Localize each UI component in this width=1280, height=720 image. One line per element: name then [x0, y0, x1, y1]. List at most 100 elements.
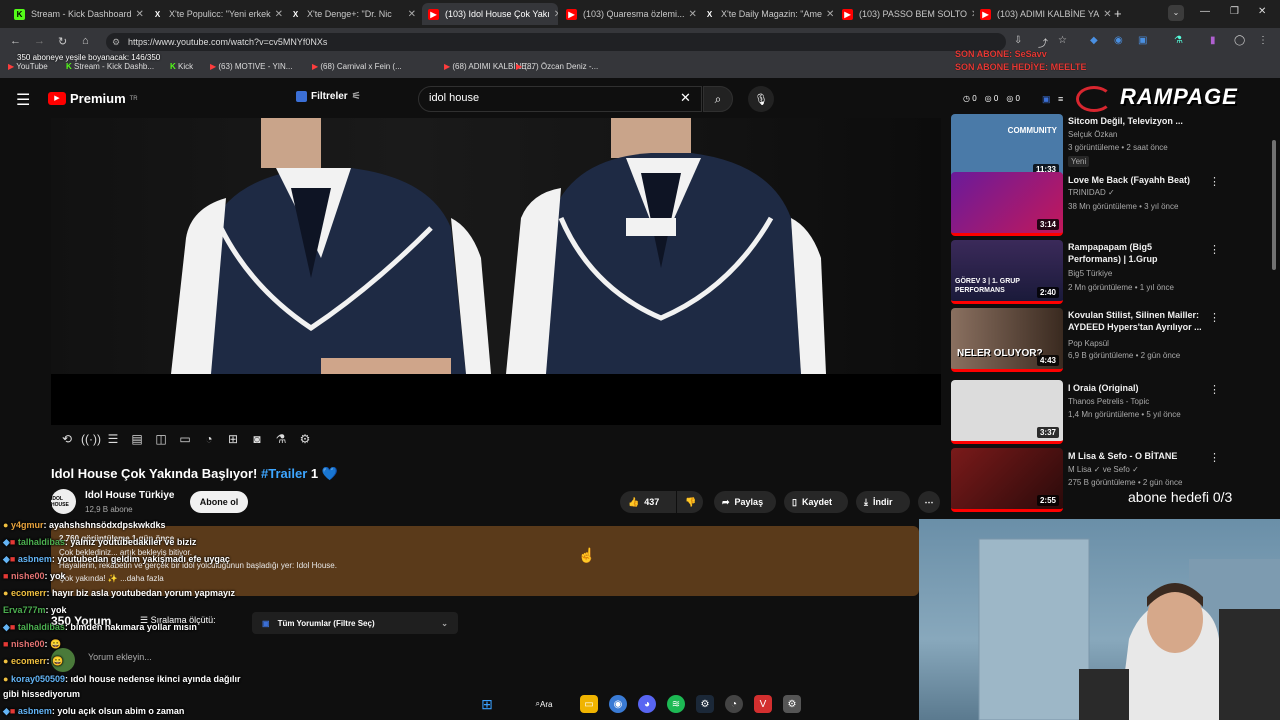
bookmark-motive[interactable]: ▶ (63) MOTIVE - YIN... [210, 62, 292, 71]
tab-search-icon[interactable]: ⌄ [1168, 5, 1184, 21]
close-window-icon[interactable]: ✕ [1258, 6, 1266, 17]
steam-icon[interactable]: ⚙ [696, 695, 714, 713]
recommended-video[interactable]: GÖREV 3 | 1. GRUP PERFORMANS 2:40 Rampapa… [951, 240, 1271, 304]
forward-icon[interactable]: → [34, 35, 45, 47]
profile-extension-icon[interactable]: ▮ [1210, 35, 1216, 46]
extension-icon[interactable]: ⚗ [1174, 35, 1183, 46]
share-button[interactable]: ➦ Paylaş [714, 491, 776, 513]
bookmark-ozcan-deniz[interactable]: ▶ (87) Özcan Deniz -... [516, 62, 598, 71]
tab-idol-house[interactable]: ▶ (103) Idol House Çok Yakı ✕ [422, 3, 558, 25]
more-vertical-icon[interactable]: ⋮ [1209, 383, 1220, 396]
video-player[interactable] [51, 118, 941, 425]
account-icon[interactable]: ◯ [1234, 35, 1245, 46]
reload-icon[interactable]: ↻ [58, 35, 67, 48]
bookmark-star-icon[interactable]: ☆ [1058, 35, 1067, 46]
close-icon[interactable]: ✕ [1099, 9, 1111, 20]
speed-icon[interactable]: ◔ [201, 432, 217, 448]
video-thumbnail: COMMUNITY 11:33 [951, 114, 1063, 178]
bookmark-youtube[interactable]: ▶ YouTube [8, 62, 48, 71]
bookmark-carnival[interactable]: ▶ (68) Carnival x Fein (... [312, 62, 402, 71]
app-icon[interactable]: ◔ [725, 695, 743, 713]
recommended-video[interactable]: 3:37 I Oraia (Original) Thanos Petrelis … [951, 380, 1271, 444]
recommended-video[interactable]: 3:14 Love Me Back (Fayahh Beat) TRINIDAD… [951, 172, 1271, 236]
theater-icon[interactable]: ▭ [177, 432, 193, 448]
settings-icon[interactable]: ⚙ [783, 695, 801, 713]
new-tab-icon[interactable]: + [1114, 6, 1122, 21]
filters-button[interactable]: Filtreler ⚟ [296, 91, 361, 102]
site-info-icon[interactable]: ⚙ [112, 37, 120, 48]
recommended-video[interactable]: NELER OLUYOR? 4:43 Kovulan Stilist, Silin… [951, 308, 1271, 372]
tab-kick-dashboard[interactable]: K Stream - Kick Dashboard ✕ [8, 3, 146, 25]
back-icon[interactable]: ← [10, 35, 21, 47]
more-vertical-icon[interactable]: ⋮ [1209, 243, 1220, 256]
extension-icon[interactable]: ◉ [1114, 35, 1123, 46]
bookmark-kick-dashboard[interactable]: K Stream - Kick Dashb... [66, 62, 154, 71]
close-icon[interactable]: ✕ [132, 9, 144, 20]
file-explorer-icon[interactable]: ▭ [580, 695, 598, 713]
tab-x-populicc[interactable]: X X'te Populicc: "Yeni erkek ✕ [146, 3, 284, 25]
close-icon[interactable]: ✕ [822, 9, 834, 20]
tab-x-daily-magazin[interactable]: X X'te Daily Magazin: "Ame ✕ [698, 3, 836, 25]
microphone-icon[interactable]: 🎙 [748, 86, 774, 112]
extension-icon[interactable]: ▣ [1042, 94, 1051, 105]
channel-name[interactable]: Idol House Türkiye [85, 490, 174, 501]
chrome-browser-icon[interactable]: ◉ [609, 695, 627, 713]
tab-quaresma[interactable]: ▶ (103) Quaresma özlemi... ✕ [560, 3, 698, 25]
clip-icon[interactable]: ▤ [129, 432, 145, 448]
miniplayer-icon[interactable]: ◫ [153, 432, 169, 448]
close-icon[interactable]: ✕ [550, 9, 558, 20]
hashtag-link[interactable]: #Trailer [261, 466, 307, 481]
search-input[interactable]: idol house [418, 86, 702, 112]
tab-adimi-kalbine[interactable]: ▶ (103) ADIMI KALBİNE YA ✕ [974, 3, 1112, 25]
screenshot-icon[interactable]: ◙ [249, 432, 265, 448]
save-button[interactable]: ▯ Kaydet [784, 491, 848, 513]
settings-gear-icon[interactable]: ⚙ [297, 432, 313, 448]
more-vertical-icon[interactable]: ⋮ [1209, 175, 1220, 188]
sidebar-scrollbar[interactable] [1272, 140, 1276, 270]
channel-avatar[interactable]: IDOL HOUSE [51, 489, 76, 514]
subscribe-button[interactable]: Abone ol [190, 491, 248, 513]
extension-icon[interactable]: ▣ [1138, 35, 1147, 46]
minimize-icon[interactable]: — [1200, 6, 1210, 17]
bookmark-kick[interactable]: K Kick [170, 62, 193, 71]
video-thumbnail: 3:14 [951, 172, 1063, 236]
more-vertical-icon[interactable]: ⋮ [1209, 451, 1220, 464]
close-icon[interactable]: ✕ [967, 9, 974, 20]
extension-icon[interactable]: ◆ [1090, 35, 1098, 46]
maximize-icon[interactable]: ❐ [1230, 6, 1239, 17]
search-icon[interactable]: ⌕ [703, 86, 733, 112]
lab-icon[interactable]: ⚗ [273, 432, 289, 448]
home-icon[interactable]: ⌂ [82, 35, 89, 47]
audio-icon[interactable]: ((·)) [81, 432, 101, 448]
menu-icon[interactable]: ⋮ [1258, 35, 1268, 46]
youtube-premium-logo[interactable]: ▶ Premium TR [48, 91, 138, 106]
taskbar-search[interactable]: ⌕ Ara [524, 695, 564, 713]
chat-message: Erva777m: yok [3, 605, 67, 615]
vivaldi-icon[interactable]: V [754, 695, 772, 713]
spotify-icon[interactable]: ≋ [667, 695, 685, 713]
tab-passo-bem-solto[interactable]: ▶(103) PASSO BEM SOLTO✕ [836, 3, 974, 25]
close-icon[interactable]: ✕ [404, 9, 416, 20]
loop-icon[interactable]: ⟲ [59, 432, 75, 448]
subscriber-goal-overlay: 350 aboneye yeşile boyanacak: 146/350 [17, 53, 161, 62]
clear-search-icon[interactable]: ✕ [680, 90, 691, 106]
comment-input[interactable]: Yorum ekleyin... [88, 652, 152, 662]
dislike-button[interactable]: 👎 [677, 491, 703, 513]
playlist-icon[interactable]: ☰ [105, 432, 121, 448]
windows-start-icon[interactable]: ⊞ [478, 695, 496, 713]
url-field[interactable]: https://www.youtube.com/watch?v=cv5MNYf0… [106, 33, 1006, 51]
recommended-video[interactable]: COMMUNITY 11:33 Sitcom Değil, Televizyon … [951, 114, 1271, 178]
more-actions-button[interactable]: ⋯ [918, 491, 940, 513]
close-icon[interactable]: ✕ [271, 9, 283, 20]
hamburger-menu-icon[interactable]: ☰ [16, 90, 30, 110]
like-button[interactable]: 👍 437 [620, 491, 676, 513]
discord-icon[interactable]: ◕ [638, 695, 656, 713]
queue-icon[interactable]: ≡ [1058, 94, 1063, 104]
more-vertical-icon[interactable]: ⋮ [1209, 311, 1220, 324]
comment-filter-select[interactable]: ▣ Tüm Yorumlar (Filtre Seç) ⌄ [252, 612, 458, 634]
close-icon[interactable]: ✕ [685, 9, 697, 20]
download-button[interactable]: ⤓ İndir [856, 491, 910, 513]
tab-x-denge[interactable]: X X'te Denge+: "Dr. Nic ✕ [284, 3, 422, 25]
install-icon[interactable]: ⇩ [1014, 35, 1022, 46]
add-icon[interactable]: ⊞ [225, 432, 241, 448]
